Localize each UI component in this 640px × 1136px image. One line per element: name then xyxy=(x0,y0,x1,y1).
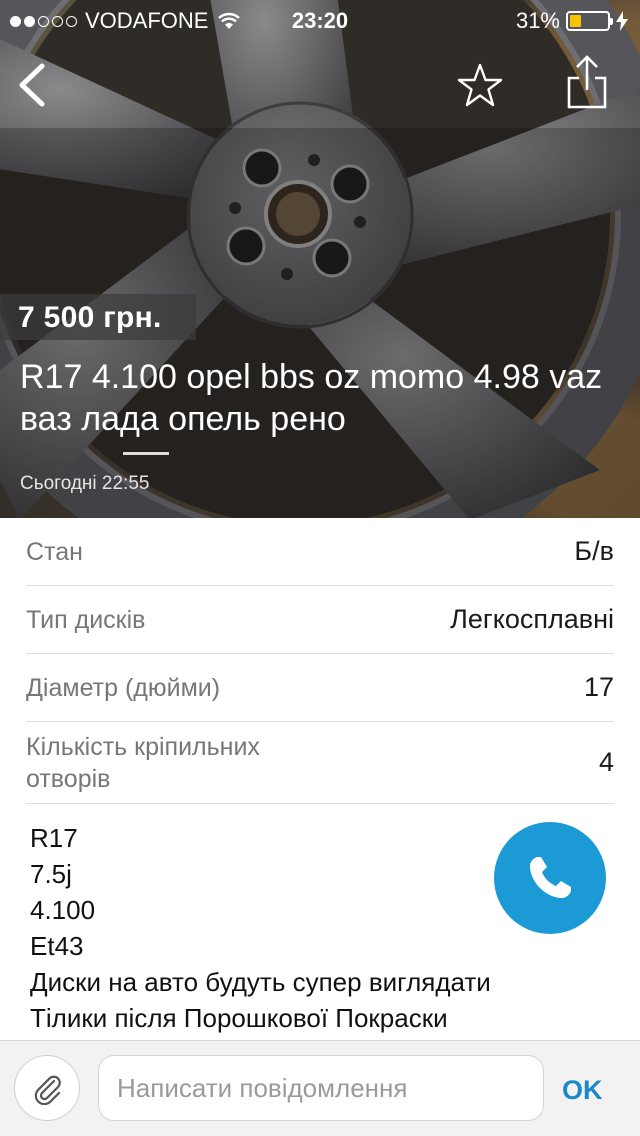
battery-level xyxy=(570,15,582,27)
description-line: Et43 xyxy=(30,931,84,961)
spec-row-disk-type: Тип дисків Легкосплавні xyxy=(26,586,614,654)
send-button[interactable]: OK xyxy=(562,1075,603,1106)
spec-value: 17 xyxy=(583,672,614,702)
spec-row-diameter: Діаметр (дюйми) 17 xyxy=(26,654,614,722)
listing-photo[interactable]: VODAFONE 23:20 31% 7 500 грн. R17 4.100 … xyxy=(0,0,640,518)
message-bar: OK xyxy=(0,1040,640,1136)
spec-value: 4 xyxy=(598,747,614,777)
status-right: 31% xyxy=(516,8,628,34)
paperclip-icon xyxy=(34,1075,61,1105)
description-line: Диски на авто будуть супер виглядати xyxy=(30,967,491,997)
call-button[interactable] xyxy=(494,822,606,934)
status-bar: VODAFONE 23:20 31% xyxy=(0,0,640,40)
battery-icon xyxy=(566,11,613,31)
spec-label: Кількість кріпильних отворів xyxy=(26,732,260,793)
battery-percent: 31% xyxy=(515,8,560,33)
message-input[interactable] xyxy=(98,1055,544,1121)
share-icon[interactable] xyxy=(564,54,610,110)
phone-icon xyxy=(530,857,571,898)
photo-page-indicator xyxy=(123,452,169,455)
spec-label: Стан xyxy=(26,537,83,566)
spec-row-condition: Стан Б/в xyxy=(26,518,614,586)
attach-button[interactable] xyxy=(14,1055,80,1121)
charging-icon xyxy=(616,11,628,31)
price-badge: 7 500 грн. xyxy=(0,294,196,340)
description-line: Тілики після Порошкової Покраски xyxy=(30,1003,448,1033)
spec-value: Б/в xyxy=(574,536,614,566)
specs-table: Стан Б/в Тип дисків Легкосплавні Діаметр… xyxy=(26,518,614,804)
posted-date: Сьогодні 22:55 xyxy=(20,473,150,494)
spec-value: Легкосплавні xyxy=(450,604,614,634)
listing-title: R17 4.100 opel bbs oz momo 4.98 vaz ваз … xyxy=(20,358,603,438)
spec-label: Тип дисків xyxy=(26,605,146,634)
spec-label: Діаметр (дюйми) xyxy=(26,673,221,702)
star-outline-icon[interactable] xyxy=(456,62,504,110)
chevron-left-icon[interactable] xyxy=(14,62,50,108)
spec-row-bolt-holes: Кількість кріпильних отворів 4 xyxy=(26,722,614,804)
